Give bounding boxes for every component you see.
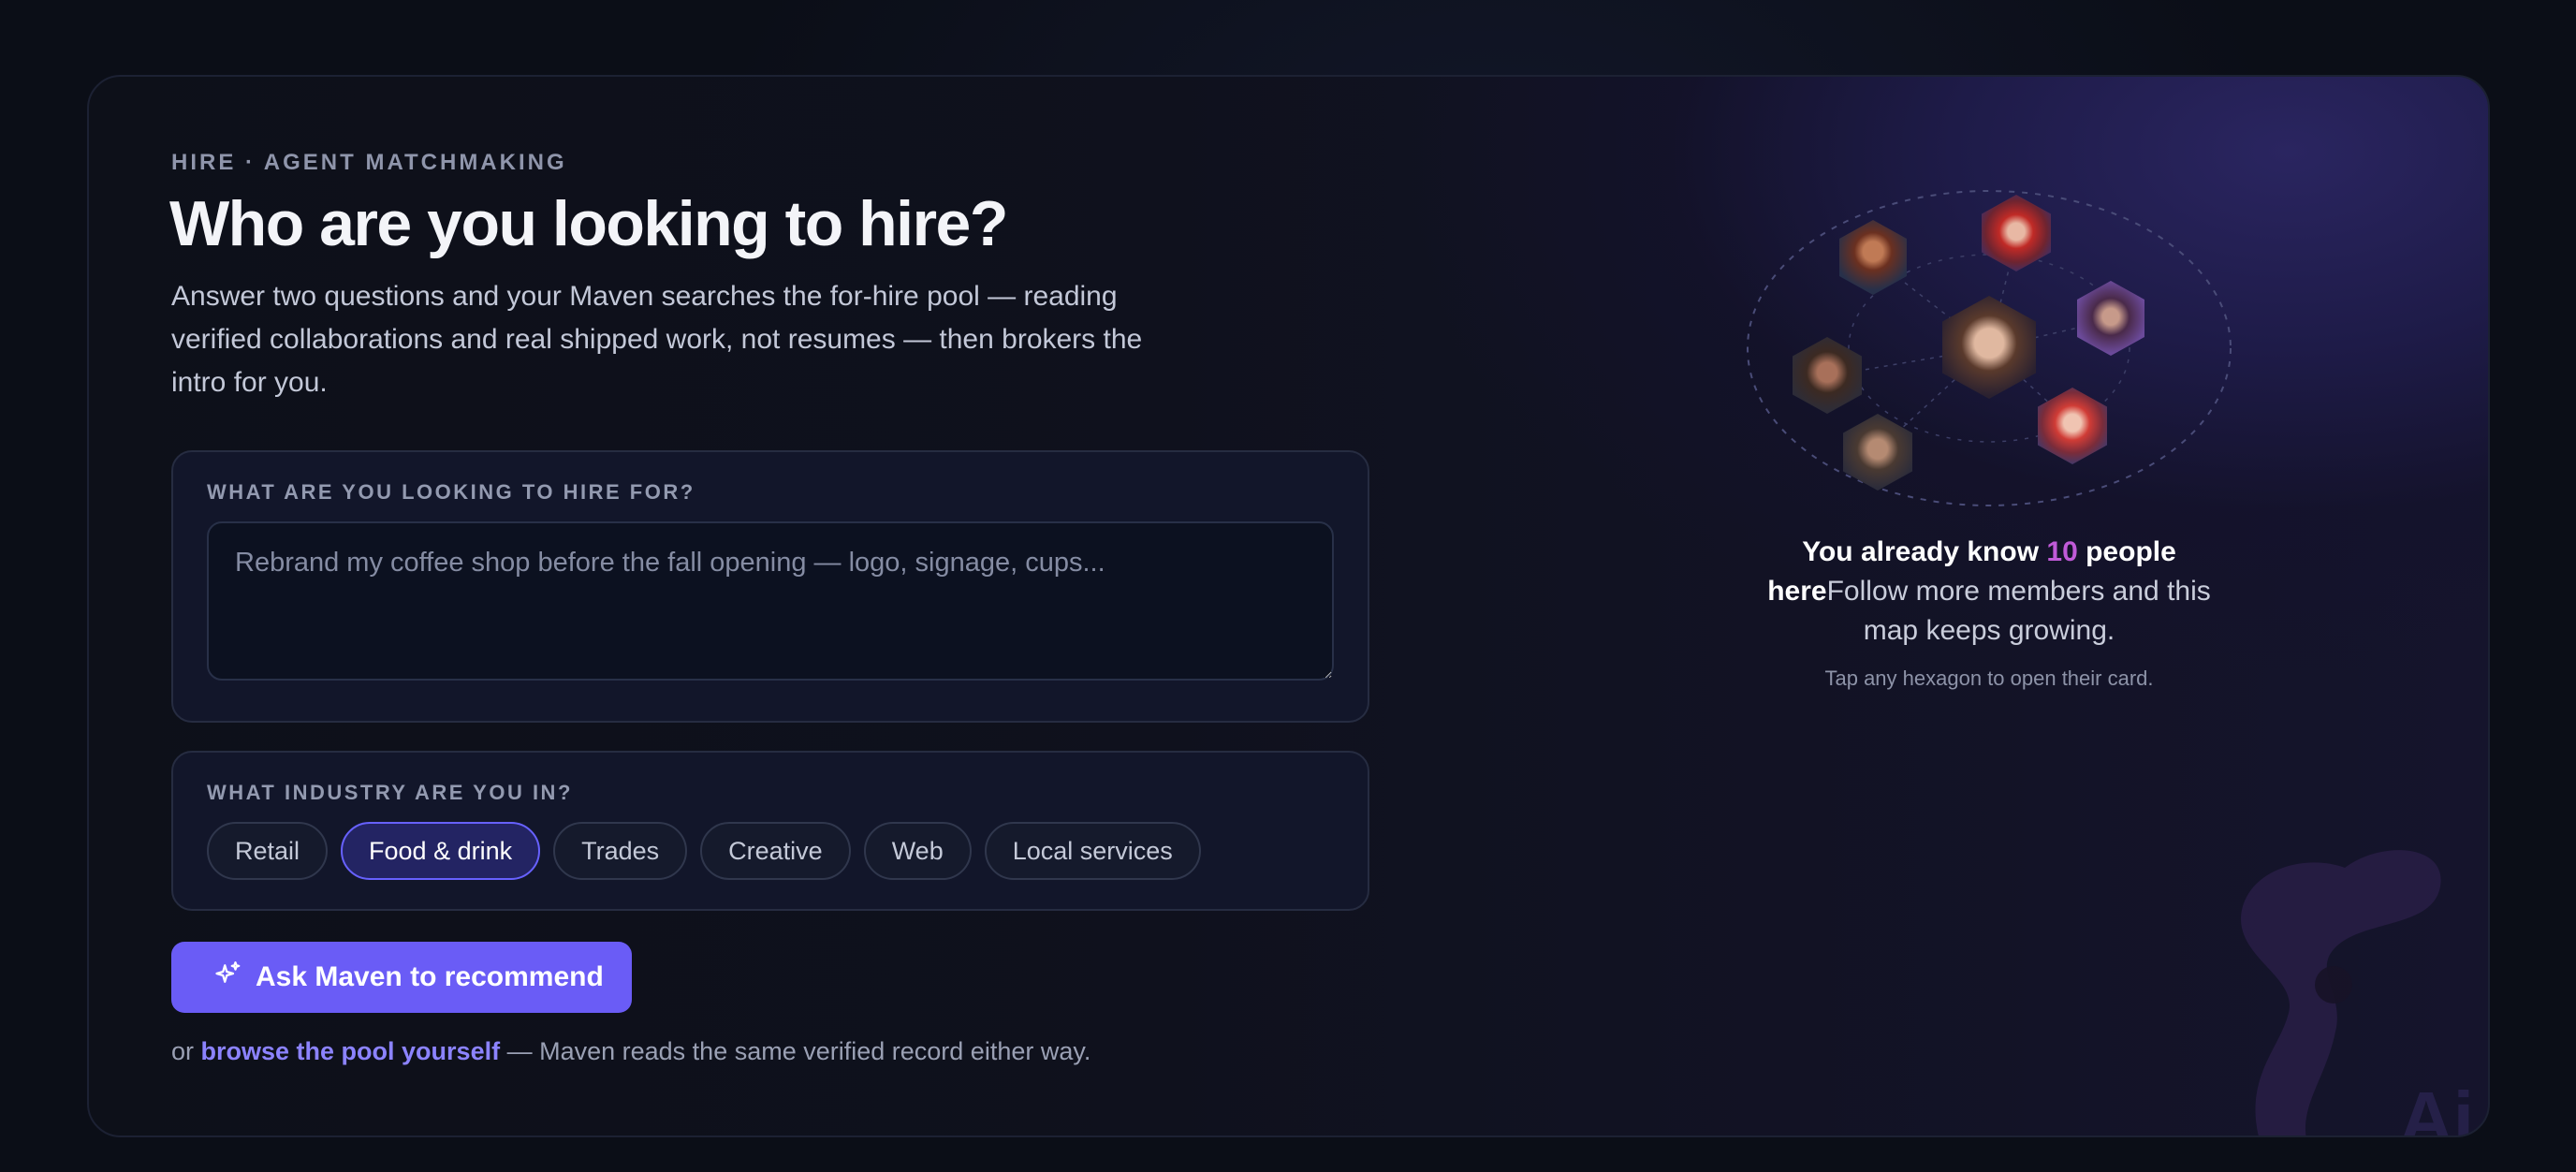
industry-chip-trades[interactable]: Trades bbox=[553, 822, 688, 880]
network-count: 10 bbox=[2046, 536, 2078, 567]
network-summary: You already know 10 people hereFollow mo… bbox=[1746, 533, 2232, 651]
footnote-suffix: — Maven reads the same verified record e… bbox=[506, 1037, 1091, 1065]
sparkle-icon bbox=[214, 960, 242, 995]
page-title: Who are you looking to hire? bbox=[169, 188, 1008, 259]
industry-panel: WHAT INDUSTRY ARE YOU IN? Retail Food & … bbox=[171, 751, 1369, 911]
industry-chip-web[interactable]: Web bbox=[863, 822, 972, 880]
hire-for-panel: WHAT ARE YOU LOOKING TO HIRE FOR? bbox=[171, 450, 1369, 723]
page: HIRE · AGENT MATCHMAKING Who are you loo… bbox=[0, 0, 2576, 1172]
network-summary-rest: Follow more members and this map keeps g… bbox=[1826, 576, 2211, 646]
hire-for-input[interactable] bbox=[207, 521, 1334, 681]
brand-watermark-icon: Ai bbox=[2241, 850, 2474, 1137]
industry-chip-local-services[interactable]: Local services bbox=[984, 822, 1201, 880]
ask-maven-button[interactable]: Ask Maven to recommend bbox=[171, 942, 632, 1013]
network-map bbox=[1727, 170, 2251, 526]
industry-chip-group: Retail Food & drink Trades Creative Web … bbox=[207, 822, 1201, 880]
svg-text:Ai: Ai bbox=[2399, 1077, 2474, 1137]
browse-footnote: or browse the pool yourself — Maven read… bbox=[171, 1037, 1090, 1066]
network-hint: Tap any hexagon to open their card. bbox=[1824, 667, 2154, 690]
industry-chip-creative[interactable]: Creative bbox=[700, 822, 851, 880]
network-summary-prefix: You already know bbox=[1802, 536, 2040, 567]
ask-maven-label: Ask Maven to recommend bbox=[256, 961, 604, 992]
page-subtitle: Answer two questions and your Maven sear… bbox=[171, 281, 1143, 398]
hire-card: HIRE · AGENT MATCHMAKING Who are you loo… bbox=[87, 75, 2490, 1137]
industry-label: WHAT INDUSTRY ARE YOU IN? bbox=[207, 781, 573, 804]
industry-chip-food-drink[interactable]: Food & drink bbox=[341, 822, 541, 880]
industry-chip-retail[interactable]: Retail bbox=[207, 822, 329, 880]
browse-pool-link[interactable]: browse the pool yourself bbox=[201, 1037, 501, 1065]
footnote-prefix: or bbox=[171, 1037, 195, 1065]
hire-for-label: WHAT ARE YOU LOOKING TO HIRE FOR? bbox=[207, 480, 695, 504]
eyebrow: HIRE · AGENT MATCHMAKING bbox=[171, 150, 567, 175]
